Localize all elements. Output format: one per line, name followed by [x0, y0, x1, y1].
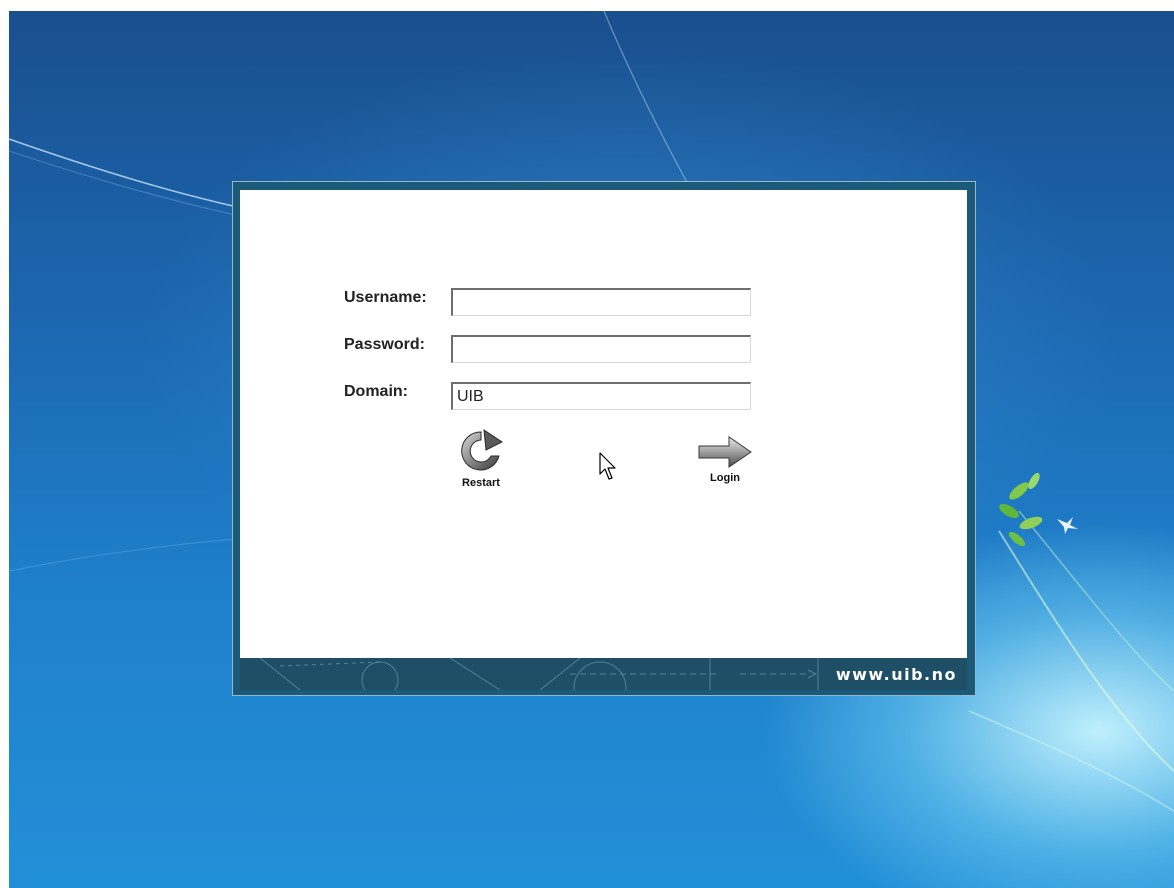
username-input[interactable] — [451, 288, 751, 316]
bird-decoration — [1057, 517, 1078, 534]
mouse-pointer-icon — [599, 452, 616, 480]
username-label: Username: — [344, 289, 427, 306]
dialog-footer: www.uib.no — [240, 658, 967, 690]
footer-url[interactable]: www.uib.no — [836, 665, 957, 684]
login-label: Login — [710, 472, 740, 484]
domain-input[interactable] — [451, 382, 751, 410]
login-dialog: Username: Password: Domain: Restart — [232, 181, 976, 696]
restart-label: Restart — [462, 477, 500, 489]
login-form-panel: Username: Password: Domain: Restart — [240, 190, 967, 658]
password-label: Password: — [344, 336, 425, 353]
password-input[interactable] — [451, 335, 751, 363]
login-button[interactable]: Login — [696, 435, 754, 484]
restart-button[interactable]: Restart — [453, 428, 509, 489]
arrow-right-icon — [698, 436, 752, 468]
leaf-decoration — [999, 472, 1043, 547]
domain-label: Domain: — [344, 383, 408, 400]
restart-icon — [461, 428, 503, 471]
